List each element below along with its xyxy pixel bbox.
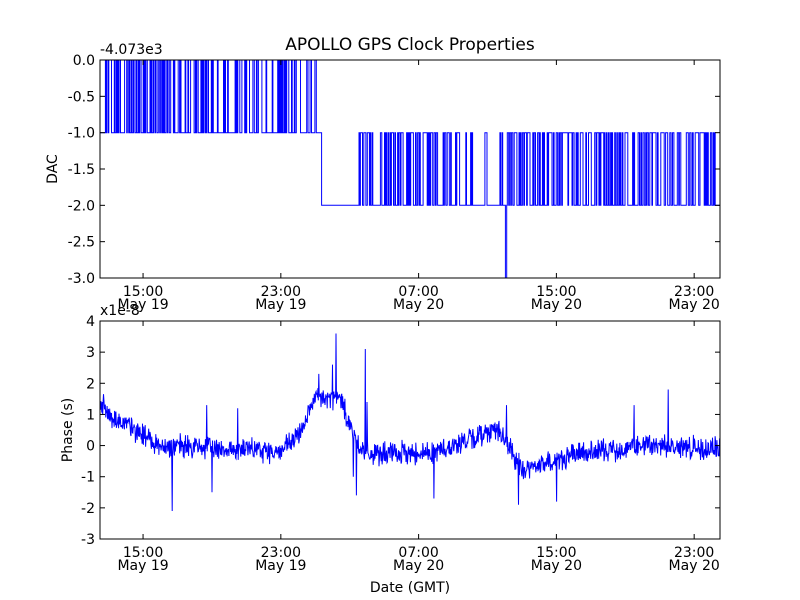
dac-x-tick-date: May 19 [255, 297, 306, 313]
dac-y-tick-label: -1.0 [68, 126, 95, 142]
dac-x-tick-date: May 20 [531, 297, 582, 313]
dac-y-tick-label: -1.5 [68, 162, 95, 178]
dac-y-tick-label: -2.0 [68, 198, 95, 214]
phase-y-tick-label: 3 [86, 345, 95, 361]
phase-y-tick-label: -2 [81, 501, 95, 517]
dac-y-tick-label: -2.5 [68, 235, 95, 251]
phase-offset-label: x1e-8 [100, 303, 140, 319]
chart-title: APOLLO GPS Clock Properties [285, 35, 535, 55]
phase-x-tick-date: May 20 [531, 558, 582, 574]
dac-y-tick-label: 0.0 [73, 53, 95, 69]
dac-x-tick-date: May 20 [669, 297, 720, 313]
phase-x-axis-label: Date (GMT) [370, 580, 450, 596]
phase-x-tick-date: May 19 [117, 558, 168, 574]
phase-y-tick-label: 1 [86, 407, 95, 423]
dac-y-axis-label: DAC [45, 154, 61, 184]
phase-x-tick-date: May 19 [255, 558, 306, 574]
phase-y-tick-label: -3 [81, 532, 95, 548]
phase-y-tick-label: -1 [81, 470, 95, 486]
dac-y-tick-label: -3.0 [68, 271, 95, 287]
dac-x-tick-date: May 20 [393, 297, 444, 313]
phase-y-axis-label: Phase (s) [60, 398, 76, 462]
dac-y-tick-label: -0.5 [68, 89, 95, 105]
phase-x-tick-date: May 20 [393, 558, 444, 574]
phase-y-tick-label: 0 [86, 439, 95, 455]
phase-y-tick-label: 4 [86, 314, 95, 330]
dac-offset-label: -4.073e3 [100, 42, 163, 58]
phase-y-tick-label: 2 [86, 376, 95, 392]
figure: APOLLO GPS Clock Properties 0.0 -0.5 -1.0 -… [0, 0, 800, 600]
phase-x-tick-date: May 20 [669, 558, 720, 574]
